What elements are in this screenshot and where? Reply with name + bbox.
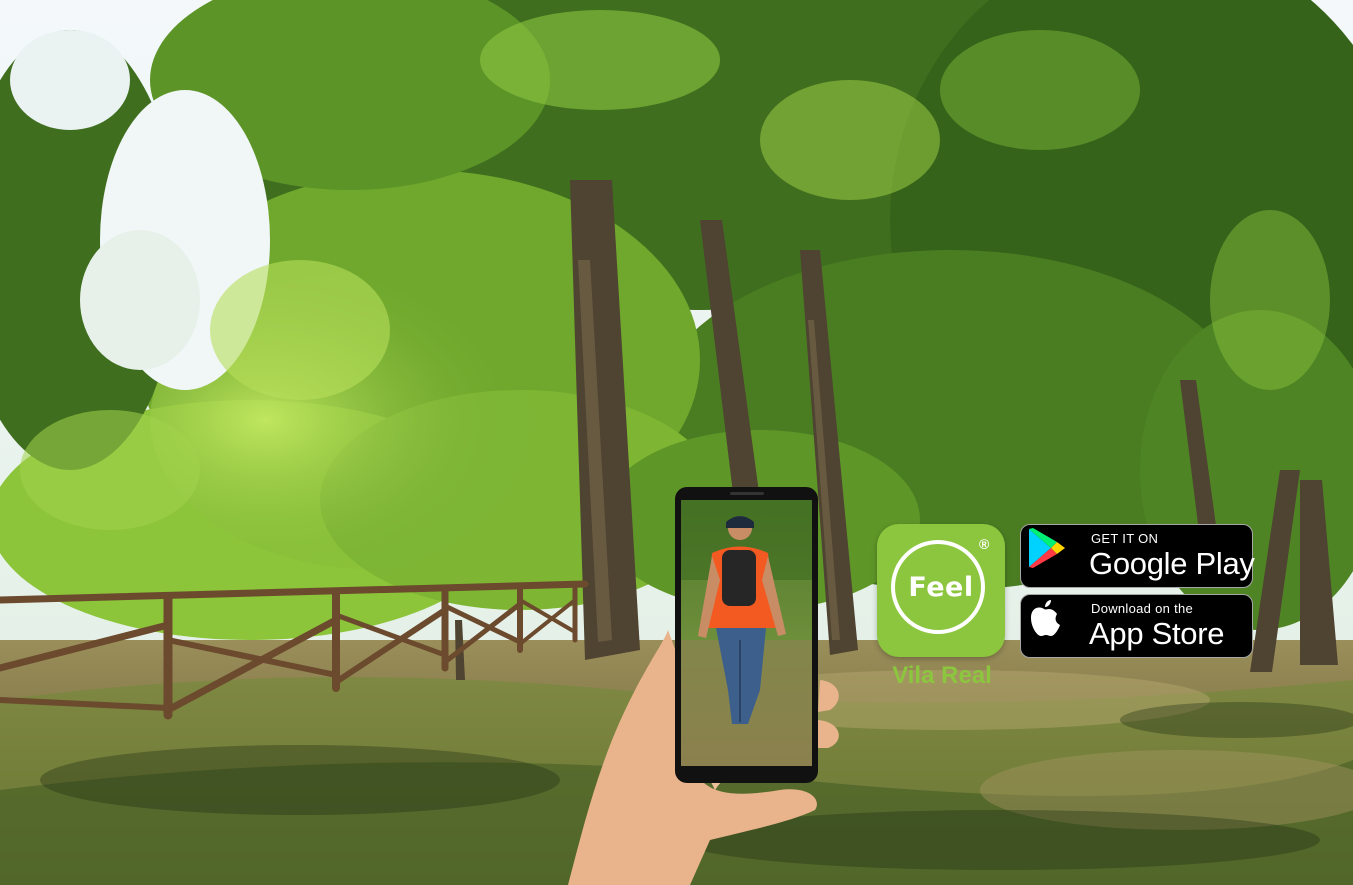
forest-photo: Feel ® Vila Real GET IT ON Google Play D… (0, 0, 1353, 885)
forest-scene (0, 0, 1353, 885)
google-play-small-text: GET IT ON (1091, 531, 1159, 546)
logo-city: Vila Real (892, 662, 992, 689)
logo-word: Feel (908, 572, 974, 603)
google-play-icon (1029, 528, 1065, 568)
google-play-button[interactable]: GET IT ON Google Play (1020, 524, 1255, 588)
google-play-big-text: Google Play (1089, 546, 1255, 581)
app-store-big-text: App Store (1089, 616, 1225, 651)
app-store-button[interactable]: Download on the App Store (1020, 594, 1253, 658)
registered-mark: ® (979, 536, 990, 552)
feel-app-logo[interactable]: Feel ® (877, 524, 1005, 657)
apple-icon (1031, 600, 1060, 636)
phone (675, 487, 818, 783)
app-store-small-text: Download on the (1091, 601, 1194, 616)
